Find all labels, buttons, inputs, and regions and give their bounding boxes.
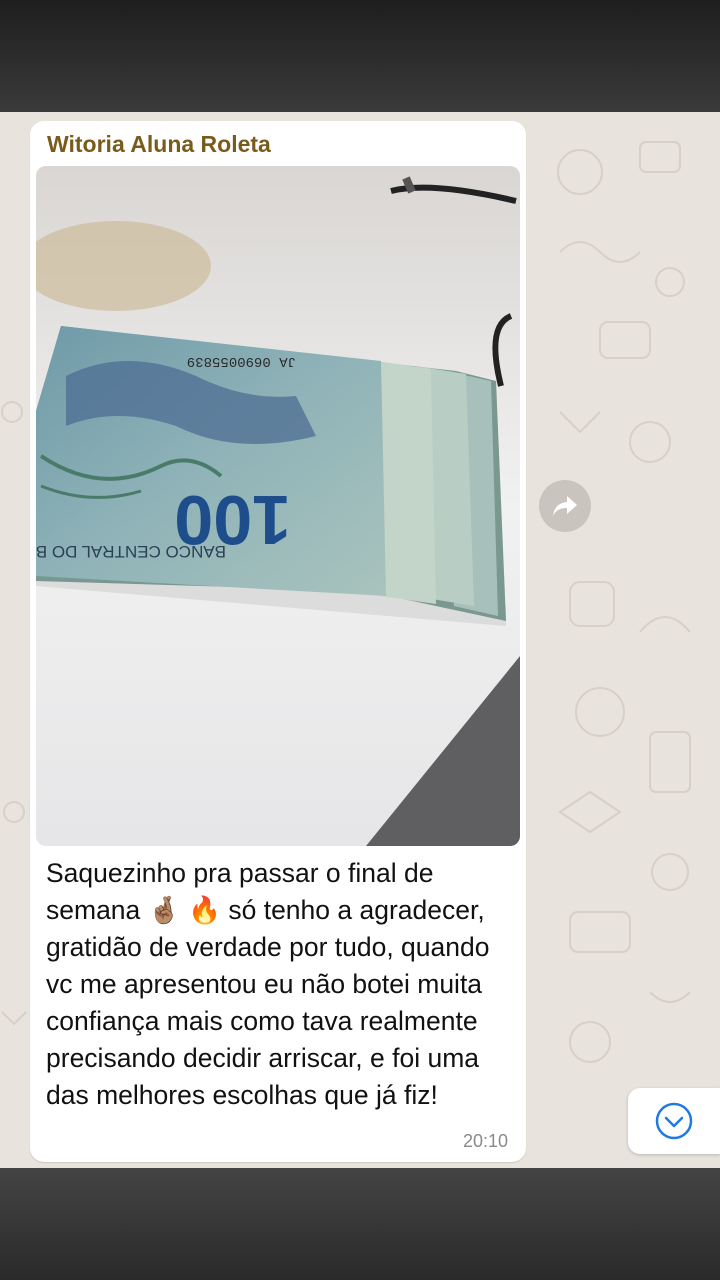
sender-name[interactable]: Witoria Aluna Roleta <box>47 131 271 158</box>
chat-area[interactable]: Witoria Aluna Roleta 100 BANCO CENTRAL D… <box>0 112 720 1168</box>
banknote-serial: JA 0690055839 <box>187 353 296 369</box>
banknote-issuer: BANCO CENTRAL DO BRASIL <box>36 542 226 561</box>
chevron-down-circle-icon <box>655 1102 693 1140</box>
message-photo[interactable]: 100 BANCO CENTRAL DO BRASIL JA 069005583… <box>36 166 520 846</box>
scroll-to-bottom-button[interactable] <box>628 1088 720 1154</box>
forward-arrow-icon <box>553 496 577 516</box>
message-bubble[interactable]: Witoria Aluna Roleta 100 BANCO CENTRAL D… <box>30 121 526 1162</box>
message-timestamp: 20:10 <box>462 1131 508 1151</box>
top-dark-band <box>0 0 720 112</box>
forward-button[interactable] <box>539 480 591 532</box>
bottom-dark-band <box>0 1168 720 1280</box>
banknote-photo: 100 BANCO CENTRAL DO BRASIL JA 069005583… <box>36 166 520 846</box>
message-caption: Saquezinho pra passar o final de semana … <box>46 858 497 1110</box>
